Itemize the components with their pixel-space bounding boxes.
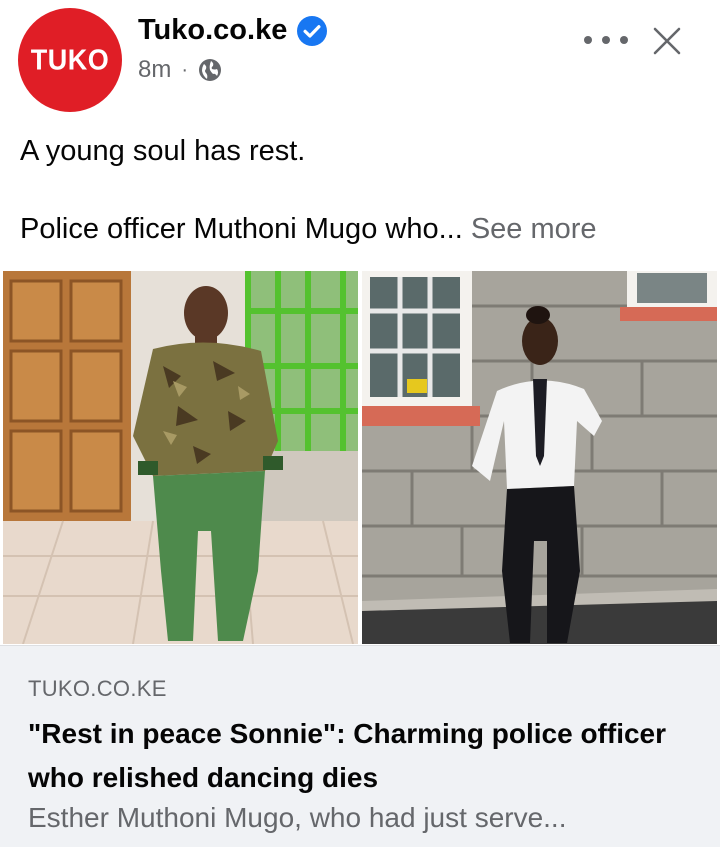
post-photos[interactable] — [0, 268, 720, 645]
post-text-line-2: Police officer Muthoni Mugo who... See m… — [20, 213, 597, 246]
page-avatar[interactable]: TUKO — [18, 8, 122, 112]
globe-icon[interactable] — [198, 58, 222, 82]
post-text-line-1: A young soul has rest. — [20, 135, 306, 167]
photo-white-shirt[interactable] — [362, 271, 717, 644]
close-icon[interactable] — [650, 24, 684, 58]
link-title[interactable]: "Rest in peace Sonnie": Charming police … — [28, 712, 688, 800]
post-timestamp[interactable]: 8m — [138, 56, 171, 84]
link-description: Esther Muthoni Mugo, who had just serve.… — [28, 802, 567, 833]
page-name-row: Tuko.co.ke — [138, 14, 328, 47]
see-more-link[interactable]: See more — [471, 213, 597, 245]
post-header: TUKO Tuko.co.ke 8m · — [0, 0, 720, 120]
post-meta: 8m · — [138, 56, 222, 84]
link-domain: TUKO.CO.KE — [28, 676, 167, 701]
page-name[interactable]: Tuko.co.ke — [138, 14, 287, 47]
more-dot — [620, 36, 628, 44]
more-options-icon[interactable] — [584, 26, 628, 54]
more-dot — [584, 36, 592, 44]
link-preview-card[interactable]: TUKO.CO.KE "Rest in peace Sonnie": Charm… — [0, 645, 720, 847]
photo-officer-uniform[interactable] — [3, 271, 358, 644]
verified-badge-icon — [297, 15, 328, 46]
more-dot — [602, 36, 610, 44]
post-text-truncated: Police officer Muthoni Mugo who... — [20, 213, 463, 245]
avatar-logo-text: TUKO — [30, 43, 110, 76]
meta-separator: · — [181, 58, 189, 81]
